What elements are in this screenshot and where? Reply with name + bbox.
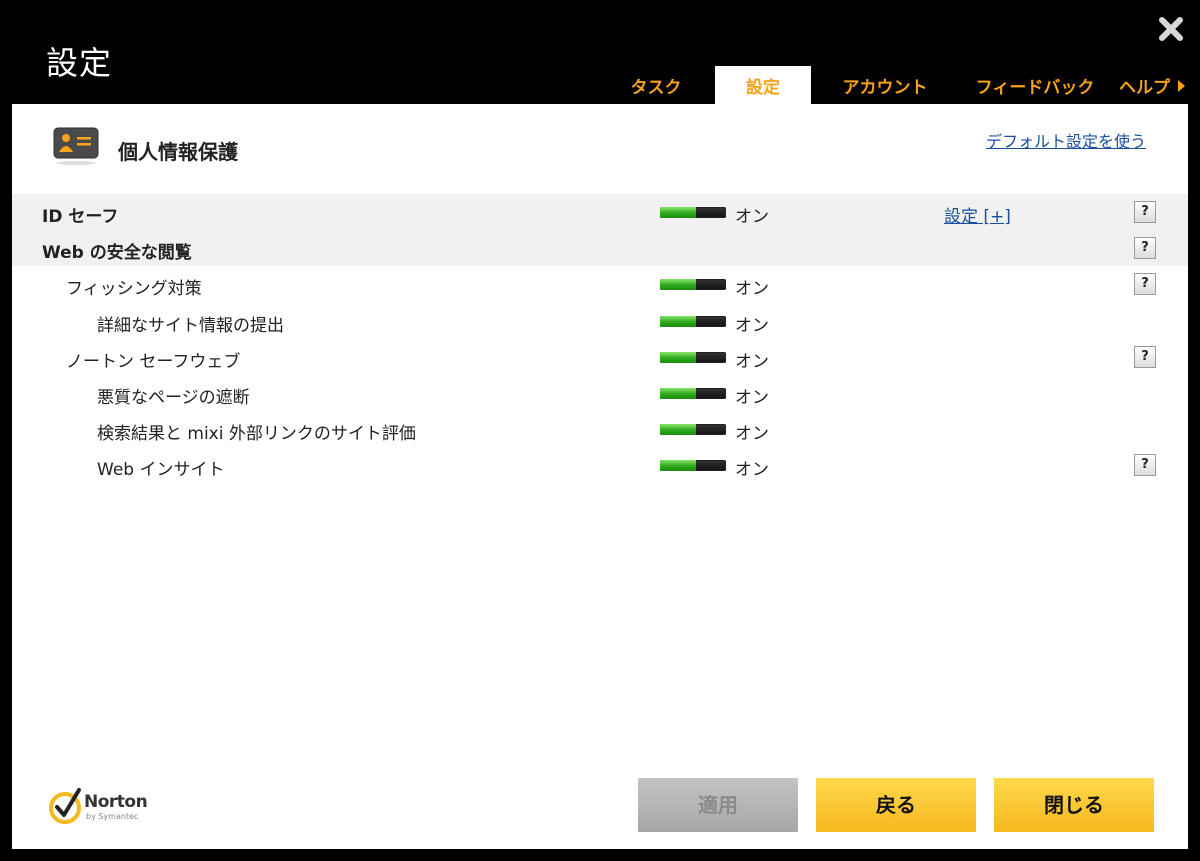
toggle-state: オン: [735, 424, 769, 444]
toggle-switch[interactable]: [660, 316, 726, 327]
toggle-fill: [660, 316, 696, 327]
settings-panel: 個人情報保護 デフォルト設定を使う ID セーフ オン 設定 [+] ? Web…: [12, 104, 1188, 849]
toggle-fill: [660, 424, 696, 435]
id-card-icon: [52, 126, 100, 166]
help-button[interactable]: ?: [1134, 346, 1156, 368]
toggle-switch[interactable]: [660, 388, 726, 399]
row-label: ID セーフ: [42, 207, 119, 227]
toggle-state: オン: [735, 279, 769, 299]
close-icon[interactable]: [1156, 14, 1186, 44]
toggle-state: オン: [735, 460, 769, 480]
toggle-switch[interactable]: [660, 207, 726, 218]
section-title: 個人情報保護: [118, 140, 238, 164]
use-default-settings-link[interactable]: デフォルト設定を使う: [986, 128, 1146, 152]
row-phishing-protection: フィッシング対策 オン ?: [12, 266, 1188, 302]
norton-sub: by Symantec: [86, 812, 139, 821]
norton-logo: Norton by Symantec: [48, 786, 168, 830]
row-label: ノートン セーフウェブ: [66, 352, 241, 372]
close-button[interactable]: 閉じる: [994, 778, 1154, 832]
tab-bar: タスク 設定 アカウント フィードバック ヘルプ: [0, 66, 1200, 104]
toggle-switch[interactable]: [660, 352, 726, 363]
row-label: 悪質なページの遮断: [97, 388, 250, 408]
row-id-safe: ID セーフ オン 設定 [+] ?: [12, 194, 1188, 230]
row-label: Web インサイト: [97, 460, 225, 480]
row-norton-safe-web: ノートン セーフウェブ オン ?: [12, 339, 1188, 375]
tab-account[interactable]: アカウント: [830, 66, 940, 104]
toggle-state: オン: [735, 352, 769, 372]
help-button[interactable]: ?: [1134, 454, 1156, 476]
back-button[interactable]: 戻る: [816, 778, 976, 832]
tab-feedback[interactable]: フィードバック: [970, 66, 1100, 104]
toggle-fill: [660, 207, 696, 218]
row-label: 検索結果と mixi 外部リンクのサイト評価: [97, 424, 416, 444]
toggle-fill: [660, 460, 696, 471]
row-block-malicious-pages: 悪質なページの遮断 オン: [12, 375, 1188, 411]
row-search-result-rating: 検索結果と mixi 外部リンクのサイト評価 オン: [12, 411, 1188, 447]
norton-brand: Norton: [84, 792, 148, 812]
toggle-switch[interactable]: [660, 279, 726, 290]
help-button[interactable]: ?: [1134, 237, 1156, 259]
settings-window: 設定 タスク 設定 アカウント フィードバック ヘルプ 個人情報保護 デフォルト…: [0, 0, 1200, 861]
apply-button[interactable]: 適用: [638, 778, 798, 832]
toggle-state: オン: [735, 388, 769, 408]
row-web-insight: Web インサイト オン ?: [12, 447, 1188, 483]
toggle-fill: [660, 388, 696, 399]
row-label: Web の安全な閲覧: [42, 243, 192, 263]
toggle-fill: [660, 352, 696, 363]
chevron-right-icon: [1178, 80, 1185, 92]
norton-check-icon: [49, 788, 81, 824]
tab-settings[interactable]: 設定: [715, 66, 811, 104]
toggle-switch[interactable]: [660, 424, 726, 435]
help-button[interactable]: ?: [1134, 273, 1156, 295]
tab-help[interactable]: ヘルプ: [1114, 66, 1190, 104]
toggle-fill: [660, 279, 696, 290]
tab-tasks[interactable]: タスク: [616, 66, 696, 104]
toggle-switch[interactable]: [660, 460, 726, 471]
toggle-state: オン: [735, 316, 769, 336]
row-label: フィッシング対策: [66, 279, 202, 299]
help-button[interactable]: ?: [1134, 201, 1156, 223]
toggle-state: オン: [735, 207, 769, 227]
tab-help-label: ヘルプ: [1119, 78, 1170, 98]
row-web-safe-browsing: Web の安全な閲覧 ?: [12, 230, 1188, 266]
row-submit-site-info: 詳細なサイト情報の提出 オン: [12, 303, 1188, 339]
row-label: 詳細なサイト情報の提出: [97, 316, 284, 336]
settings-expand-link[interactable]: 設定 [+]: [944, 202, 1011, 227]
